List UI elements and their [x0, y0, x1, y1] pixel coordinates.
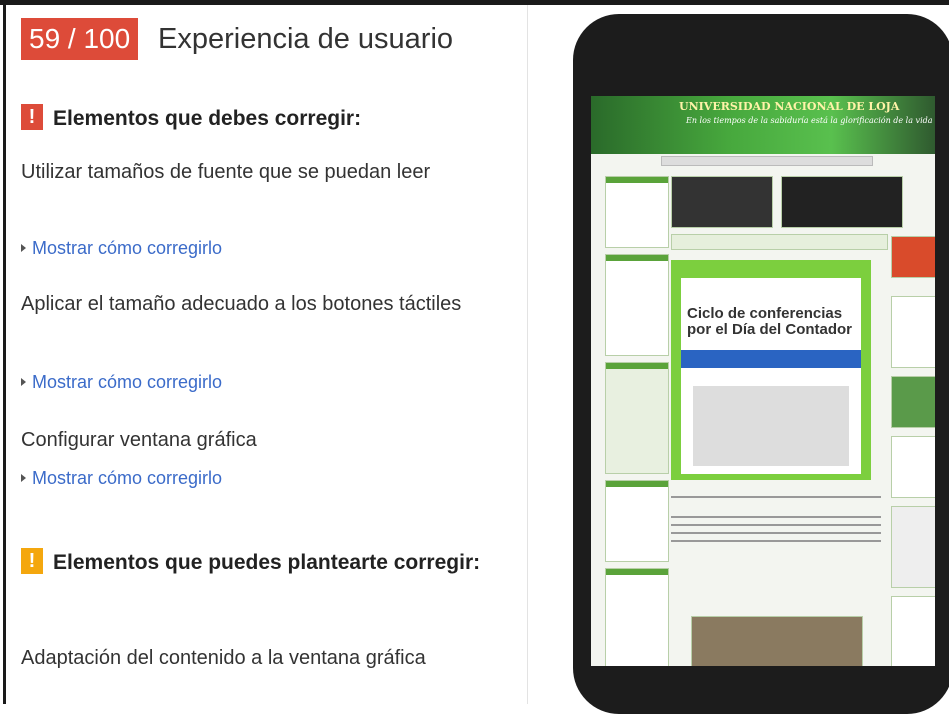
side-banner	[891, 506, 935, 588]
must-fix-heading: ! Elementos que debes corregir:	[21, 101, 361, 137]
site-right-column	[891, 236, 935, 666]
text-line	[671, 540, 881, 542]
alert-icon: !	[21, 104, 43, 130]
event-banner	[671, 176, 773, 228]
phone-screen-preview: UNIVERSIDAD NACIONAL DE LOJA En los tiem…	[591, 96, 935, 666]
event-poster: Ciclo de conferencias por el Día del Cont…	[671, 260, 871, 480]
triangle-right-icon	[21, 378, 26, 386]
repository-banner	[781, 176, 903, 228]
site-header-banner: UNIVERSIDAD NACIONAL DE LOJA En los tiem…	[591, 96, 935, 154]
must-fix-heading-text: Elementos que debes corregir:	[53, 107, 362, 130]
text-line	[671, 532, 881, 534]
side-banner	[891, 376, 935, 428]
issue-font-size: Utilizar tamaños de fuente que se puedan…	[21, 161, 431, 183]
side-banner	[891, 236, 935, 278]
side-banner	[891, 296, 935, 368]
site-nav	[661, 156, 873, 166]
poster-program	[693, 386, 849, 466]
issue-content-viewport: Adaptación del contenido a la ventana gr…	[21, 647, 426, 669]
show-fix-link-3[interactable]: Mostrar cómo corregirlo	[21, 465, 222, 491]
issue-tap-targets: Aplicar el tamaño adecuado a los botones…	[21, 293, 462, 315]
menu-box	[605, 176, 669, 248]
banner-box	[605, 480, 669, 562]
show-fix-link-2[interactable]: Mostrar cómo corregirlo	[21, 369, 222, 395]
score-badge: 59 / 100	[21, 18, 139, 60]
poster-title: Ciclo de conferencias por el Día del Cont…	[687, 305, 853, 338]
news-header	[671, 234, 888, 250]
banner-box	[605, 568, 669, 666]
text-line	[671, 496, 881, 498]
consider-fix-heading-text: Elementos que puedes plantearte corregir…	[53, 551, 481, 574]
poster-blue-bar	[681, 350, 861, 368]
report-panel: 59 / 100 Experiencia de usuario ! Element…	[6, 5, 526, 704]
text-line	[671, 516, 881, 518]
show-fix-link-1[interactable]: Mostrar cómo corregirlo	[21, 235, 222, 261]
poster-body: Ciclo de conferencias por el Día del Cont…	[681, 278, 861, 474]
site-left-column	[605, 176, 669, 666]
menu-box	[605, 254, 669, 356]
banner-box	[605, 362, 669, 474]
warning-icon: !	[21, 548, 43, 574]
text-line	[671, 524, 881, 526]
panel-divider	[527, 5, 528, 704]
page-title: Experiencia de usuario	[158, 23, 454, 55]
side-banner	[891, 436, 935, 498]
issue-viewport: Configurar ventana gráfica	[21, 429, 257, 451]
side-banner	[891, 596, 935, 666]
news-photo	[691, 616, 863, 666]
triangle-right-icon	[21, 244, 26, 252]
triangle-right-icon	[21, 474, 26, 482]
site-title: UNIVERSIDAD NACIONAL DE LOJA	[679, 100, 900, 113]
site-subtitle: En los tiempos de la sabiduría está la g…	[686, 116, 933, 125]
consider-fix-heading: ! Elementos que puedes plantearte corregi…	[21, 545, 491, 581]
